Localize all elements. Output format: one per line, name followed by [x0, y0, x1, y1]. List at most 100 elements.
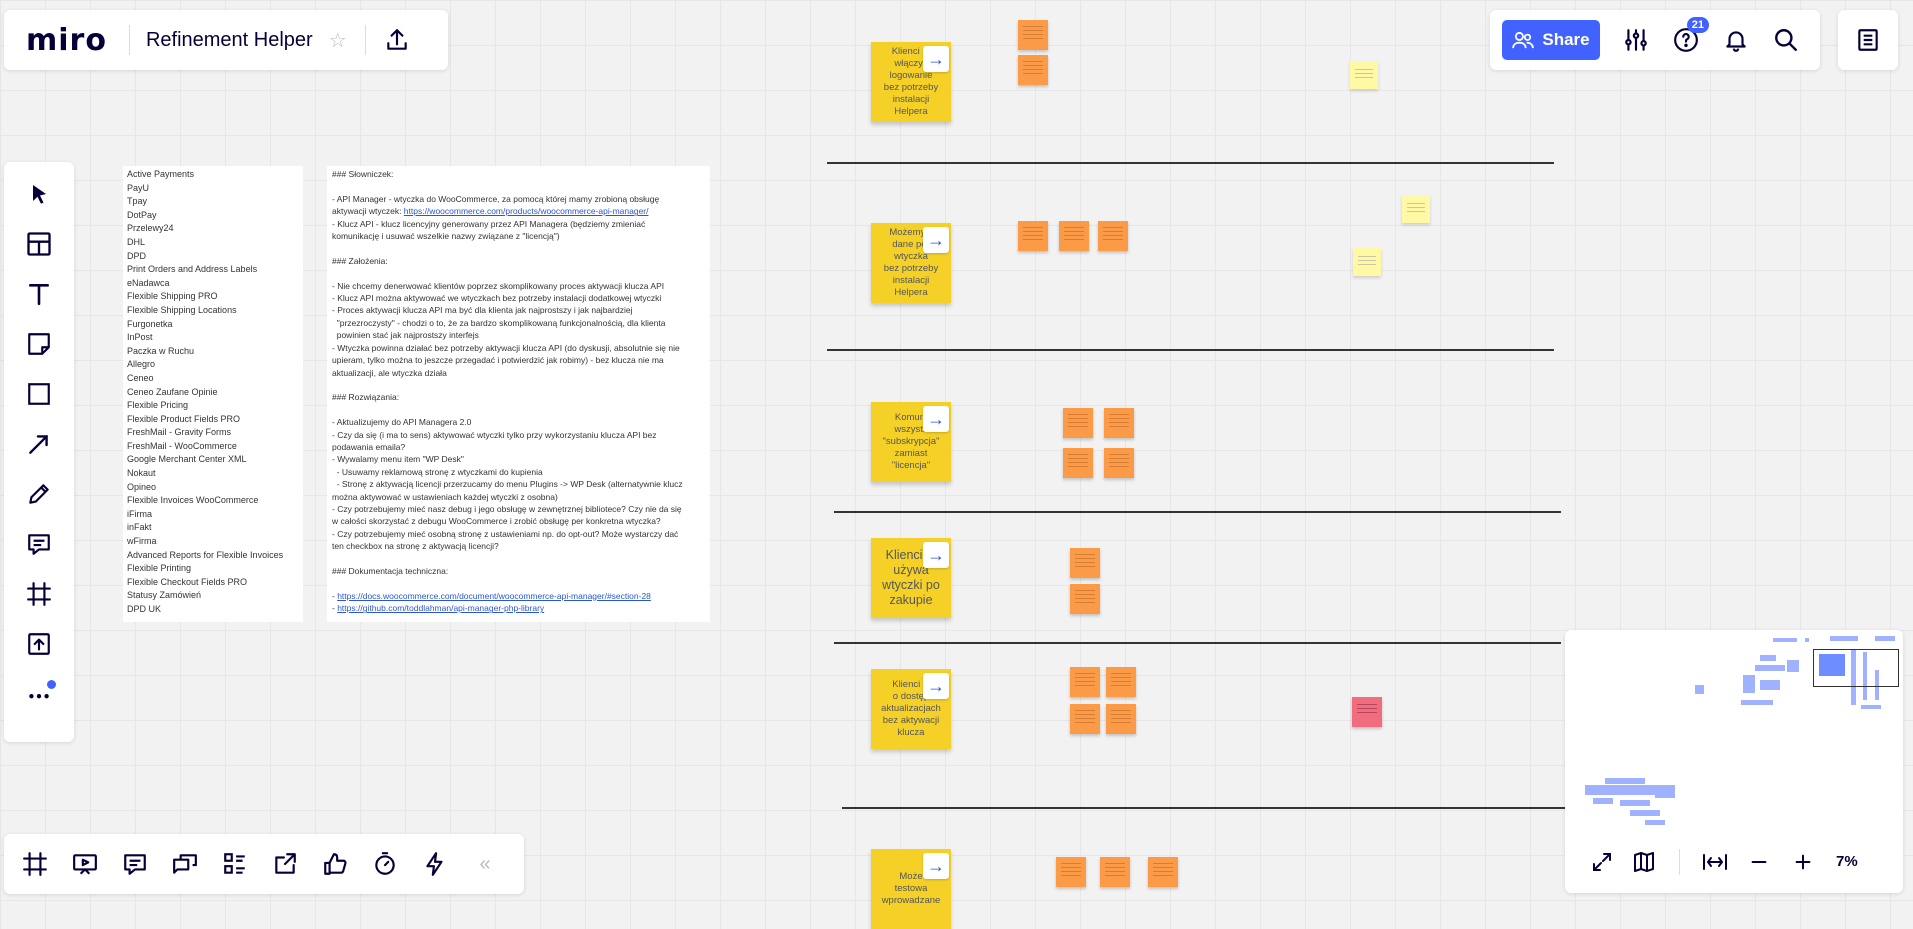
notes-line: - Czy potrzebujemy mieć osobną stronę z …: [332, 528, 679, 539]
users-icon: [1512, 31, 1535, 49]
connection-line-icon[interactable]: [19, 424, 59, 464]
integration-item: wFirma: [127, 536, 157, 547]
star-icon[interactable]: ☆: [329, 28, 347, 53]
miro-logo[interactable]: miro: [26, 23, 107, 58]
select-cursor-icon[interactable]: [19, 174, 59, 214]
api-manager-link[interactable]: https://woocommerce.com/products/woocomm…: [404, 206, 649, 216]
help-count-badge: 21: [1686, 17, 1709, 33]
integration-item: eNadawca: [127, 277, 170, 288]
arrow-right-icon[interactable]: →: [923, 46, 949, 72]
small-sticky-note[interactable]: [1104, 408, 1134, 438]
small-sticky-note[interactable]: [1063, 448, 1093, 478]
pen-icon[interactable]: [19, 474, 59, 514]
small-sticky-note[interactable]: [1070, 704, 1100, 734]
timer-icon[interactable]: [368, 847, 402, 881]
shape-icon[interactable]: [19, 374, 59, 414]
comment-icon[interactable]: [19, 524, 59, 564]
arrow-right-icon[interactable]: →: [923, 673, 949, 699]
yellow-sticky-note[interactable]: Klienci w o dostęp aktualizacjach bez ak…: [871, 669, 951, 749]
integration-item: Ceneo: [127, 372, 154, 383]
small-sticky-note[interactable]: [1056, 857, 1086, 887]
share-button[interactable]: Share: [1502, 20, 1600, 60]
notes-line: - Nie chcemy denerwować klientów poprzez…: [332, 280, 665, 291]
notes-icon[interactable]: [1838, 10, 1898, 70]
small-sticky-note[interactable]: [1352, 697, 1382, 727]
notes-line: w całości skorzystać z debugu WooCommerc…: [332, 516, 661, 527]
comments-icon[interactable]: [118, 847, 152, 881]
yellow-sticky-note[interactable]: Klienci m włączyć logowanie bez potrzeby…: [871, 42, 951, 122]
frames-icon[interactable]: [18, 847, 52, 881]
small-sticky-note[interactable]: [1106, 704, 1136, 734]
arrow-right-icon[interactable]: →: [923, 227, 949, 253]
notification-dot: [47, 680, 56, 689]
sticky-note-icon[interactable]: [19, 324, 59, 364]
integration-item: Active Payments: [127, 169, 195, 179]
cards-icon[interactable]: [218, 847, 252, 881]
zoom-in-icon[interactable]: [1788, 847, 1818, 877]
zoom-out-icon[interactable]: [1744, 847, 1774, 877]
doc-link[interactable]: https://github.com/toddlahman/api-manage…: [337, 603, 544, 613]
yellow-sticky-note[interactable]: Komuni wszystk "subskrypcja" zamiast "li…: [871, 402, 951, 482]
more-tools-icon[interactable]: [19, 674, 59, 714]
board-name[interactable]: Refinement Helper: [146, 29, 313, 52]
small-sticky-note[interactable]: [1070, 548, 1100, 578]
fit-to-screen-icon[interactable]: [1700, 847, 1730, 877]
arrow-right-icon[interactable]: →: [923, 853, 949, 879]
small-sticky-note[interactable]: [1098, 221, 1128, 251]
minimap[interactable]: [1565, 630, 1903, 830]
small-sticky-note[interactable]: [1070, 584, 1100, 614]
small-sticky-note[interactable]: [1104, 448, 1134, 478]
doc-link[interactable]: https://docs.woocommerce.com/document/wo…: [337, 591, 651, 601]
minimap-panel: 7%: [1565, 630, 1903, 893]
small-sticky-note[interactable]: [1100, 857, 1130, 887]
small-sticky-note[interactable]: [1148, 857, 1178, 887]
map-icon[interactable]: [1629, 847, 1659, 877]
export-icon[interactable]: [384, 27, 410, 53]
arrow-right-icon[interactable]: →: [923, 406, 949, 432]
frame-icon[interactable]: [19, 574, 59, 614]
upload-icon[interactable]: [19, 624, 59, 664]
small-sticky-note[interactable]: [1402, 195, 1430, 223]
notes-text-card[interactable]: ### Słowniczek: - API Manager - wtyczka …: [327, 166, 710, 622]
presentation-icon[interactable]: [68, 847, 102, 881]
small-sticky-note[interactable]: [1059, 221, 1089, 251]
arrow-right-icon[interactable]: →: [923, 542, 949, 568]
help-icon[interactable]: 21: [1672, 17, 1709, 54]
small-sticky-note[interactable]: [1018, 55, 1048, 85]
voting-icon[interactable]: [318, 847, 352, 881]
small-sticky-note[interactable]: [1018, 20, 1048, 50]
notes-line: - Wtyczka powinna działać bez potrzeby a…: [332, 342, 680, 353]
fullscreen-icon[interactable]: [1587, 847, 1617, 877]
templates-icon[interactable]: [19, 224, 59, 264]
divider-line: [834, 642, 1561, 644]
yellow-sticky-note[interactable]: Klienci m używa wtyczki po zakupie→: [871, 538, 951, 618]
small-sticky-note[interactable]: [1018, 221, 1048, 251]
minimap-viewport[interactable]: [1813, 649, 1899, 687]
yellow-sticky-note[interactable]: Może testowa wprowadzane →: [871, 849, 951, 929]
video-chat-icon[interactable]: [168, 847, 202, 881]
yellow-sticky-note[interactable]: Możemy z dane per wtyczka bez potrzeby i…: [871, 223, 951, 303]
small-sticky-note[interactable]: [1063, 408, 1093, 438]
notes-line: upieram, tylko można to jeszcze przegada…: [332, 355, 664, 366]
collapse-chevrons-icon[interactable]: «: [468, 847, 502, 881]
notes-line: ### Założenia:: [332, 255, 388, 266]
small-sticky-note[interactable]: [1350, 61, 1378, 89]
lightning-icon[interactable]: [418, 847, 452, 881]
small-sticky-note[interactable]: [1070, 667, 1100, 697]
bell-icon[interactable]: [1722, 26, 1750, 54]
search-icon[interactable]: [1772, 26, 1800, 54]
integration-item: Flexible Invoices WooCommerce: [127, 495, 259, 506]
integration-item: Nokaut: [127, 468, 156, 479]
settings-sliders-icon[interactable]: [1622, 26, 1650, 54]
zoom-level[interactable]: 7%: [1836, 853, 1858, 870]
integrations-list-card[interactable]: Active Payments PayU Tpay DotPay Przelewy24 D…: [123, 166, 303, 622]
divider-line: [834, 511, 1561, 513]
small-sticky-note[interactable]: [1106, 667, 1136, 697]
small-sticky-note[interactable]: [1353, 248, 1381, 276]
notes-line: - Klucz API - klucz licencyjny generowan…: [332, 218, 646, 229]
bottom-toolbar: «: [4, 834, 524, 894]
notes-line: "przezroczysty" - chodzi o to, że za bar…: [332, 317, 666, 328]
text-icon[interactable]: [19, 274, 59, 314]
share-screen-icon[interactable]: [268, 847, 302, 881]
top-right-toolbar: Share 21: [1490, 10, 1820, 70]
